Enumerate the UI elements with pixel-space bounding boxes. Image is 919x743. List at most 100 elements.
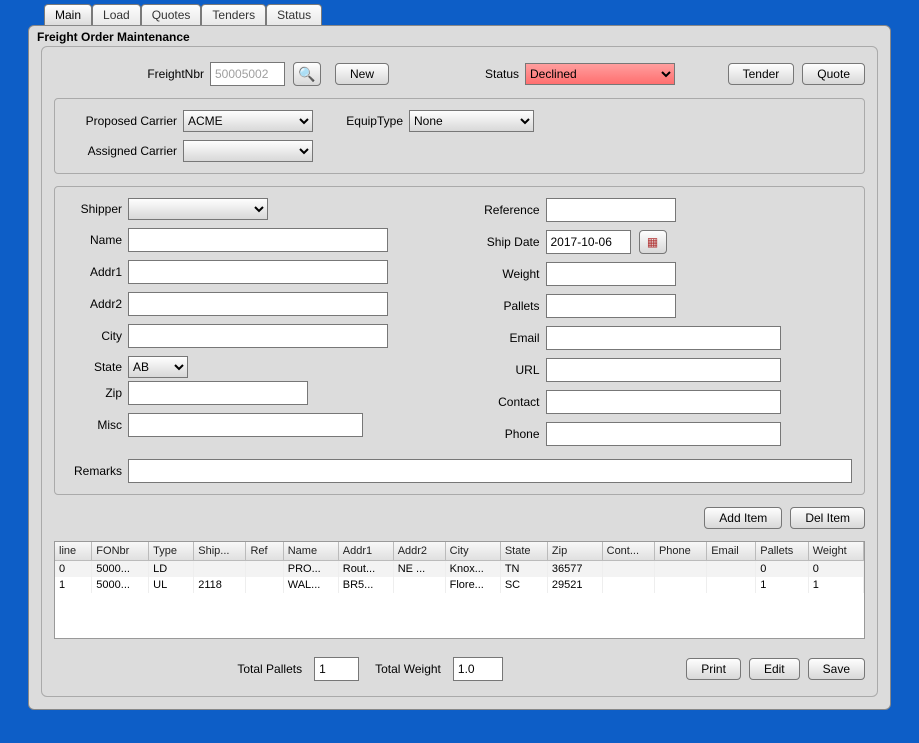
cell	[654, 577, 706, 593]
col-header[interactable]: Addr1	[338, 542, 393, 561]
total-weight-input[interactable]	[453, 657, 503, 681]
shipper-label: Shipper	[67, 202, 128, 216]
state-label: State	[67, 360, 128, 374]
col-header[interactable]: Type	[149, 542, 194, 561]
cell: Flore...	[445, 577, 500, 593]
del-item-button[interactable]: Del Item	[790, 507, 865, 529]
url-label: URL	[470, 363, 546, 377]
cell: 1	[808, 577, 863, 593]
col-header[interactable]: City	[445, 542, 500, 561]
shipdate-label: Ship Date	[470, 235, 546, 249]
addr2-label: Addr2	[67, 297, 128, 311]
col-header[interactable]: Pallets	[756, 542, 808, 561]
footer-row: Total Pallets Total Weight Print Edit Sa…	[54, 657, 865, 681]
item-buttons: Add Item Del Item	[54, 507, 865, 529]
items-grid[interactable]: lineFONbrTypeShip...RefNameAddr1Addr2Cit…	[54, 541, 865, 639]
col-header[interactable]: Email	[707, 542, 756, 561]
col-header[interactable]: Ship...	[194, 542, 246, 561]
shipdate-input[interactable]	[546, 230, 631, 254]
table-row[interactable]: 15000...UL2118WAL...BR5...Flore...SC2952…	[55, 577, 864, 593]
proposed-carrier-select[interactable]: ACME	[183, 110, 313, 132]
remarks-input[interactable]	[128, 459, 852, 483]
save-button[interactable]: Save	[808, 658, 865, 680]
col-header[interactable]: Weight	[808, 542, 863, 561]
equiptype-select[interactable]: None	[409, 110, 534, 132]
tab-quotes[interactable]: Quotes	[141, 4, 202, 25]
col-header[interactable]: Cont...	[602, 542, 654, 561]
col-header[interactable]: Zip	[547, 542, 602, 561]
col-header[interactable]: Phone	[654, 542, 706, 561]
misc-input[interactable]	[128, 413, 363, 437]
cell: BR5...	[338, 577, 393, 593]
reference-input[interactable]	[546, 198, 676, 222]
col-header[interactable]: Name	[283, 542, 338, 561]
search-icon: 🔍	[298, 66, 315, 83]
shipper-left-col: Shipper Name Addr1 Addr2	[67, 195, 450, 449]
state-select[interactable]: AB	[128, 356, 188, 378]
col-header[interactable]: Ref	[246, 542, 283, 561]
pallets-input[interactable]	[546, 294, 676, 318]
calendar-icon: ▦	[647, 235, 658, 249]
cell: 29521	[547, 577, 602, 593]
reference-label: Reference	[470, 203, 546, 217]
addr1-input[interactable]	[128, 260, 388, 284]
remarks-label: Remarks	[67, 464, 128, 478]
tab-load[interactable]: Load	[92, 4, 141, 25]
tab-main[interactable]: Main	[44, 4, 92, 25]
cell	[602, 561, 654, 578]
proposed-carrier-label: Proposed Carrier	[67, 114, 183, 128]
cell	[246, 577, 283, 593]
total-weight-label: Total Weight	[375, 662, 447, 676]
col-header[interactable]: State	[500, 542, 547, 561]
quote-button[interactable]: Quote	[802, 63, 865, 85]
cell: 1	[55, 577, 92, 593]
zip-label: Zip	[67, 386, 128, 400]
table-row[interactable]: 05000...LDPRO...Rout...NE ...Knox...TN36…	[55, 561, 864, 578]
panel-title: Freight Order Maintenance	[29, 26, 890, 46]
freightnbr-input[interactable]	[210, 62, 285, 86]
cell: 0	[55, 561, 92, 578]
status-select[interactable]: Declined	[525, 63, 675, 85]
cell: 0	[756, 561, 808, 578]
email-input[interactable]	[546, 326, 781, 350]
lookup-button[interactable]: 🔍	[293, 62, 321, 86]
addr2-input[interactable]	[128, 292, 388, 316]
cell: Rout...	[338, 561, 393, 578]
weight-input[interactable]	[546, 262, 676, 286]
phone-input[interactable]	[546, 422, 781, 446]
tab-tenders[interactable]: Tenders	[201, 4, 266, 25]
carrier-fieldset: Proposed Carrier ACME EquipType None Ass…	[54, 98, 865, 174]
total-pallets-input[interactable]	[314, 657, 359, 681]
city-input[interactable]	[128, 324, 388, 348]
shipper-select[interactable]	[128, 198, 268, 220]
new-button[interactable]: New	[335, 63, 389, 85]
cell: WAL...	[283, 577, 338, 593]
cell: 36577	[547, 561, 602, 578]
edit-button[interactable]: Edit	[749, 658, 800, 680]
col-header[interactable]: Addr2	[393, 542, 445, 561]
inner-panel: FreightNbr 🔍 New Status Declined Tender …	[41, 46, 878, 697]
add-item-button[interactable]: Add Item	[704, 507, 782, 529]
print-button[interactable]: Print	[686, 658, 741, 680]
col-header[interactable]: FONbr	[92, 542, 149, 561]
cell	[602, 577, 654, 593]
cell: PRO...	[283, 561, 338, 578]
tender-button[interactable]: Tender	[728, 63, 795, 85]
cell: TN	[500, 561, 547, 578]
cell: 5000...	[92, 561, 149, 578]
cell	[393, 577, 445, 593]
zip-input[interactable]	[128, 381, 308, 405]
cell	[707, 577, 756, 593]
assigned-carrier-select[interactable]	[183, 140, 313, 162]
name-input[interactable]	[128, 228, 388, 252]
contact-label: Contact	[470, 395, 546, 409]
contact-input[interactable]	[546, 390, 781, 414]
col-header[interactable]: line	[55, 542, 92, 561]
cell: 5000...	[92, 577, 149, 593]
calendar-button[interactable]: ▦	[639, 230, 667, 254]
city-label: City	[67, 329, 128, 343]
tab-status[interactable]: Status	[266, 4, 322, 25]
url-input[interactable]	[546, 358, 781, 382]
total-pallets-label: Total Pallets	[237, 662, 308, 676]
main-panel: Freight Order Maintenance FreightNbr 🔍 N…	[28, 25, 891, 710]
